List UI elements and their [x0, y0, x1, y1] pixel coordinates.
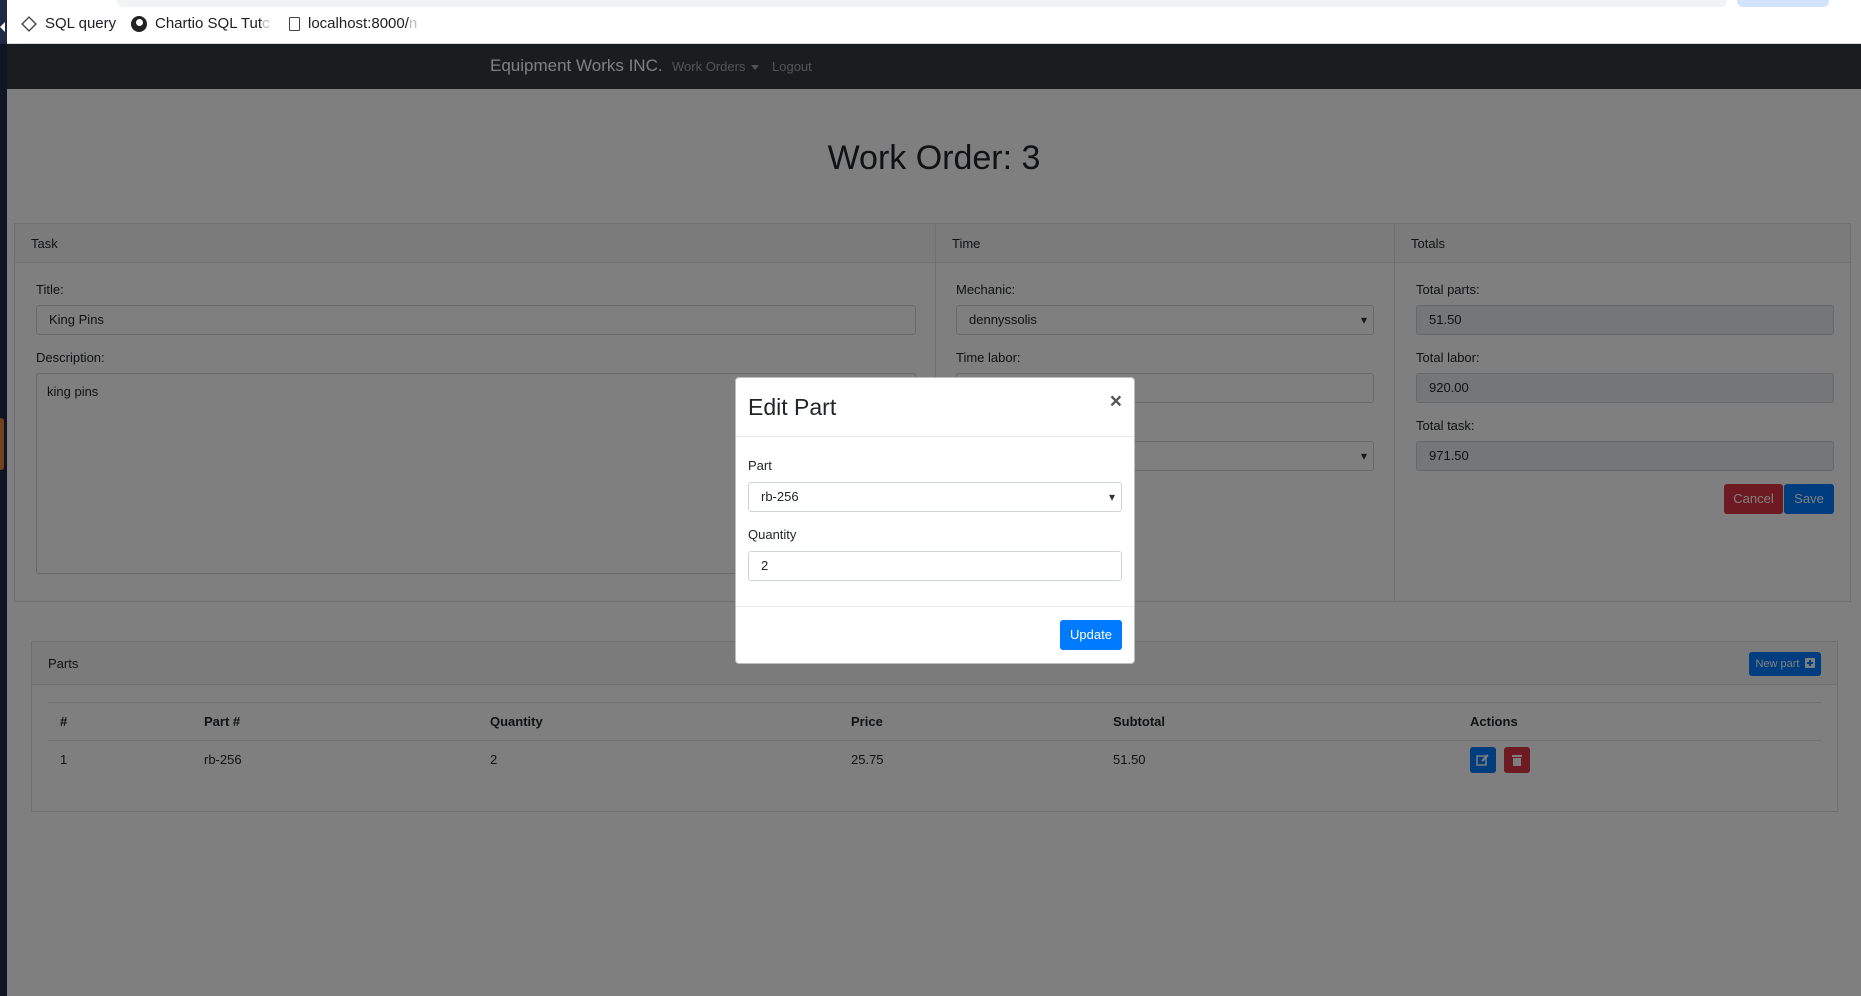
quantity-label: Quantity: [748, 527, 797, 542]
collapse-arrow-icon[interactable]: [0, 22, 5, 32]
bookmark-localhost[interactable]: localhost:8000/n: [289, 15, 417, 32]
modal-footer: Update: [736, 606, 1134, 663]
bookmark-label-faded: c: [262, 15, 270, 32]
modal-title: Edit Part: [748, 394, 837, 420]
modal-header: Edit Part ×: [736, 378, 1134, 437]
bookmark-sql-query[interactable]: SQL query: [21, 15, 116, 32]
quantity-input[interactable]: 2: [748, 551, 1122, 581]
bookmark-label: SQL query: [45, 15, 117, 32]
bookmark-chartio[interactable]: Chartio SQL Tutc: [131, 15, 270, 32]
bookmark-label: Chartio SQL Tut: [155, 15, 262, 32]
close-icon[interactable]: ×: [1110, 390, 1122, 414]
edit-part-modal: Edit Part × Part rb-256 Quantity 2 Updat…: [735, 377, 1135, 664]
address-bar-edge: [117, 0, 1727, 7]
page-icon: [289, 16, 300, 31]
bookmark-label: localhost:8000/: [308, 15, 409, 32]
profile-button-edge: [1737, 0, 1829, 7]
diamond-icon: [21, 15, 37, 32]
part-label: Part: [748, 458, 772, 473]
bookmarks-bar: SQL query Chartio SQL Tutc localhost:800…: [7, 0, 1861, 44]
bookmark-label-faded: n: [408, 15, 418, 32]
chartio-icon: [131, 15, 147, 32]
update-button[interactable]: Update: [1060, 620, 1122, 650]
part-select[interactable]: rb-256: [748, 482, 1122, 512]
